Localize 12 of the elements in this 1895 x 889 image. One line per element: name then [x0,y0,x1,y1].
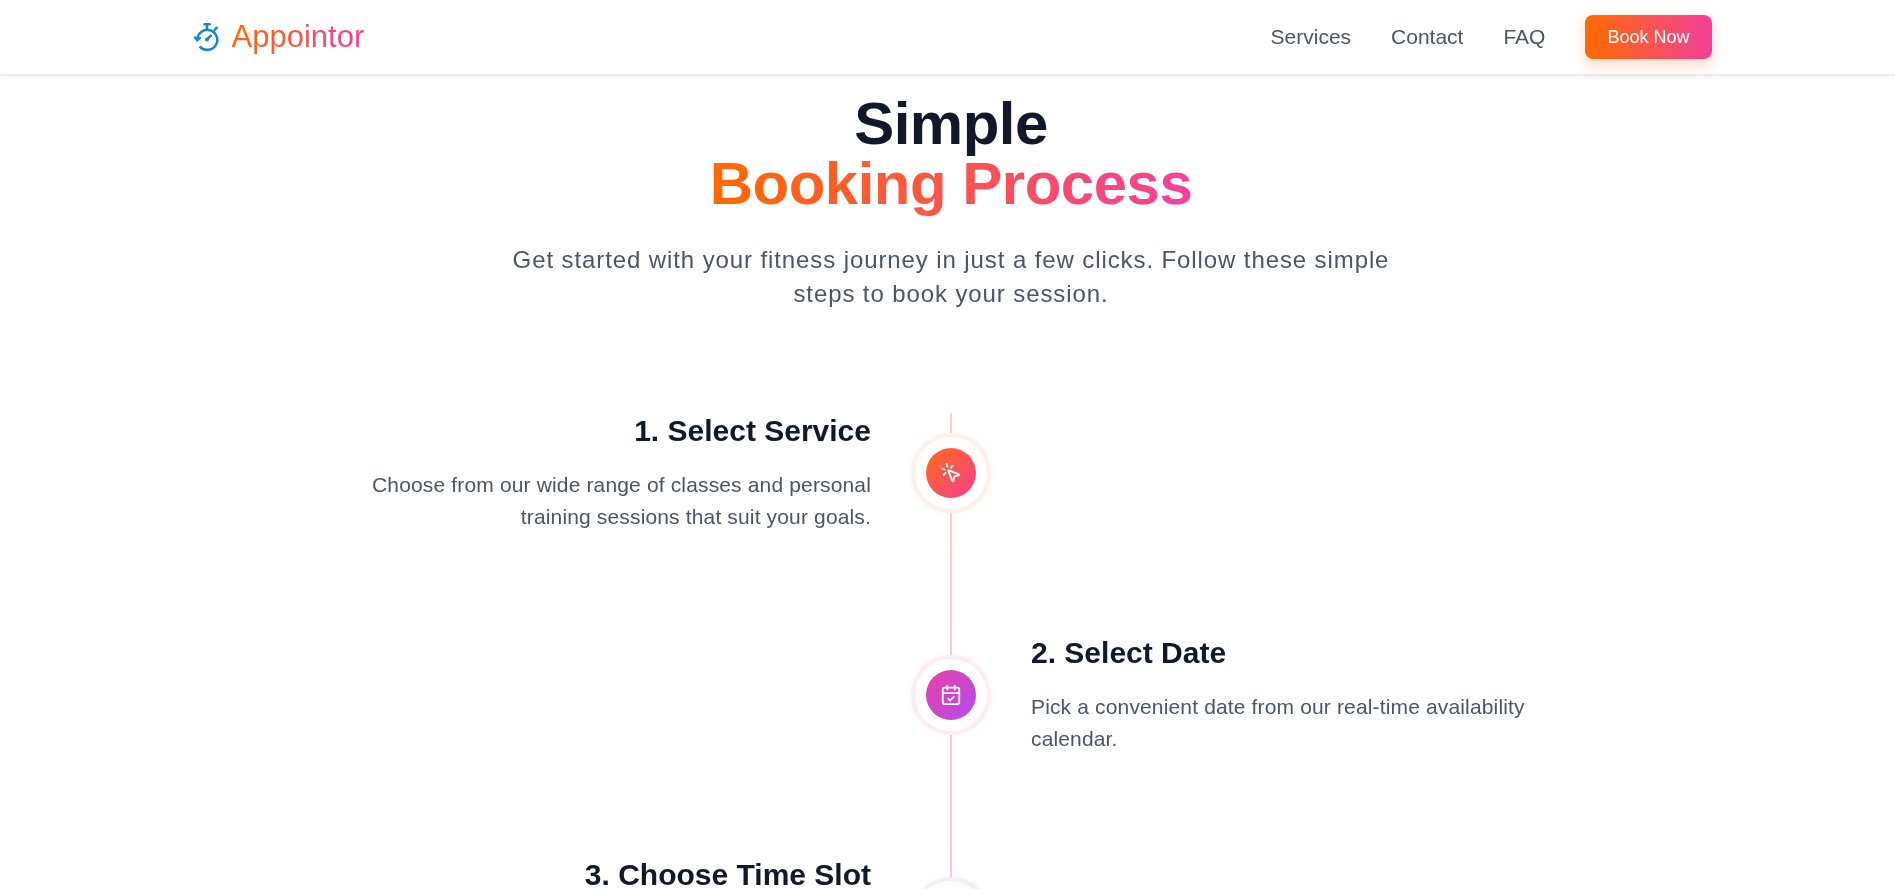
stopwatch-icon [191,22,222,52]
step-description: Choose from our wide range of classes and personal training sessions that suit your goals. [371,472,871,530]
step-title: 3. Choose Time Slot [584,857,871,889]
nav-link[interactable]: Contact [1391,25,1464,49]
step-description: Pick a convenient date from our real-time availability calendar. [1031,694,1526,752]
nav-link[interactable]: Services [1270,25,1352,49]
step-title: 1. Select Service [634,413,871,449]
step-title: 2. Select Date [1031,635,1227,671]
section-subtitle: Get started with your fitness journey in just a few clicks. Follow these simple steps to book your session. [511,245,1391,309]
cursor-click-icon [926,448,976,498]
calendar-check-icon [926,670,976,720]
nav-link[interactable]: FAQ [1503,25,1546,49]
